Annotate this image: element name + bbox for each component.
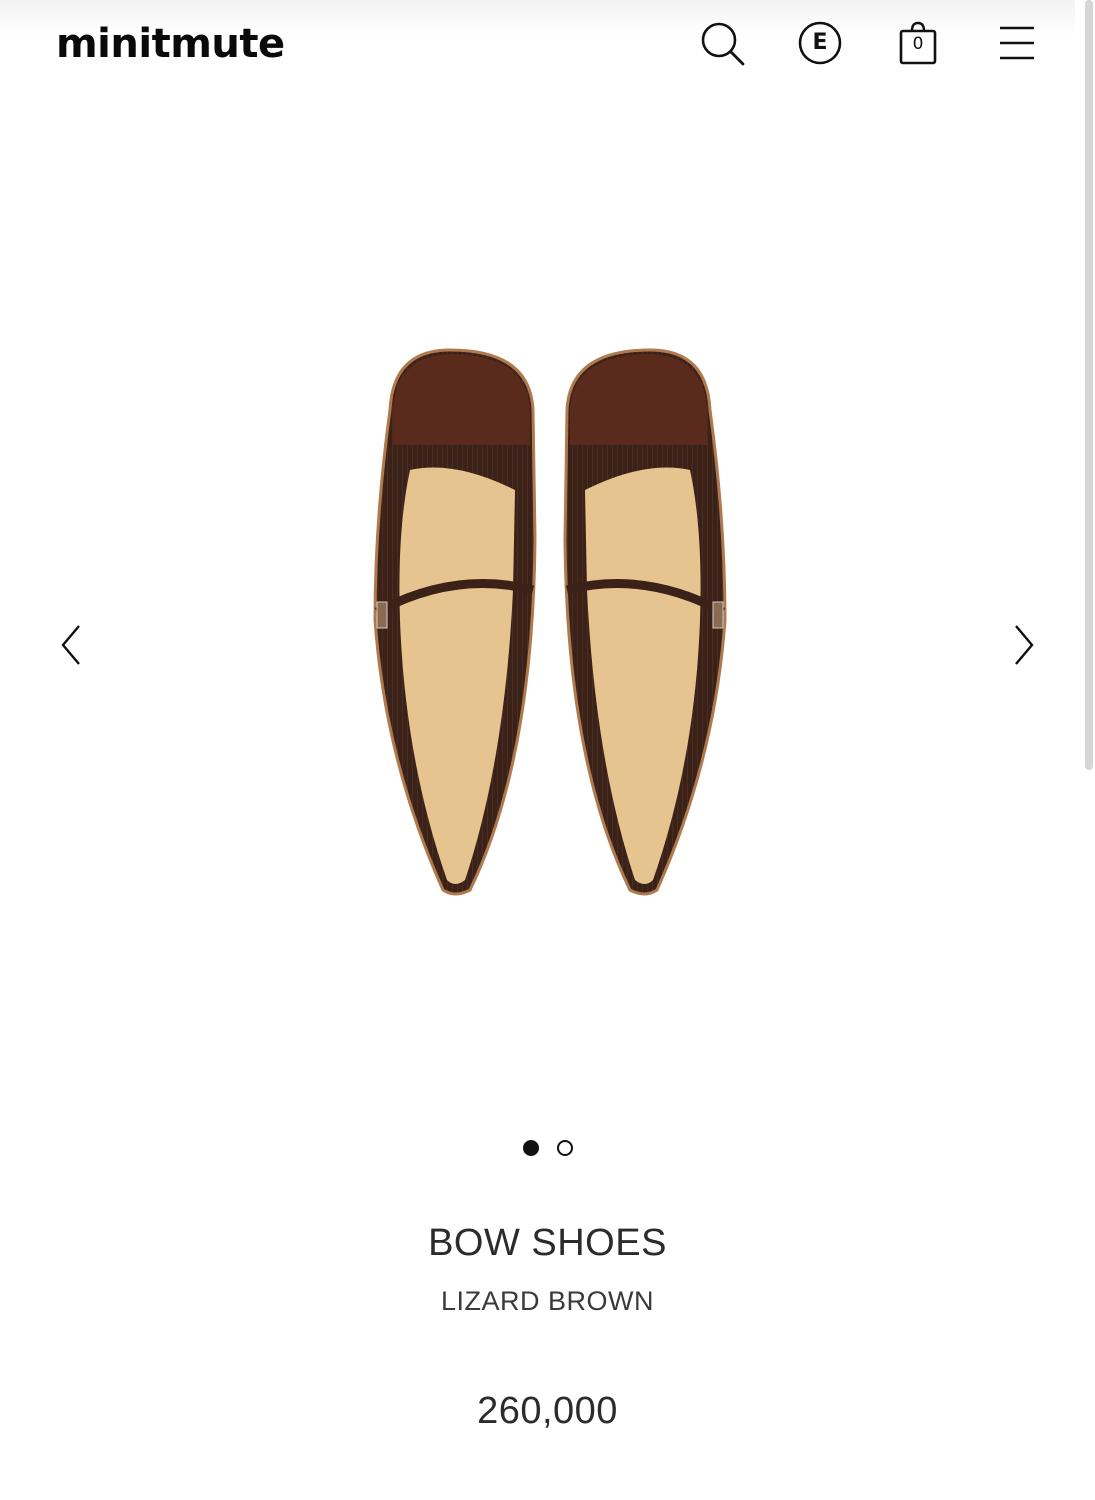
product-price: 260,000	[477, 1390, 618, 1432]
language-label: E	[812, 30, 828, 55]
hamburger-menu-icon	[1000, 26, 1034, 60]
search-icon	[701, 22, 745, 66]
product-image	[373, 348, 727, 896]
site-header: minitmute E 0	[0, 0, 1075, 90]
slide-dot-1[interactable]	[522, 1140, 539, 1156]
right-shoe	[563, 348, 727, 896]
menu-button[interactable]	[992, 18, 1042, 68]
search-button[interactable]	[697, 18, 747, 68]
cart-button[interactable]: 0	[893, 18, 943, 68]
next-slide-button[interactable]	[1005, 620, 1045, 670]
product-color: LIZARD BROWN	[440, 1286, 654, 1316]
slide-indicators	[0, 1140, 1095, 1156]
slide-dot-2[interactable]	[556, 1140, 573, 1156]
brand-logo[interactable]: minitmute	[56, 18, 285, 70]
previous-slide-button[interactable]	[50, 620, 90, 670]
language-button[interactable]: E	[795, 18, 845, 68]
page-scrollbar[interactable]	[1085, 0, 1093, 770]
chevron-right-icon	[1015, 625, 1034, 665]
chevron-left-icon	[61, 625, 80, 665]
product-name: BOW SHOES	[428, 1222, 667, 1264]
cart-count: 0	[912, 34, 924, 54]
left-shoe	[373, 348, 537, 896]
